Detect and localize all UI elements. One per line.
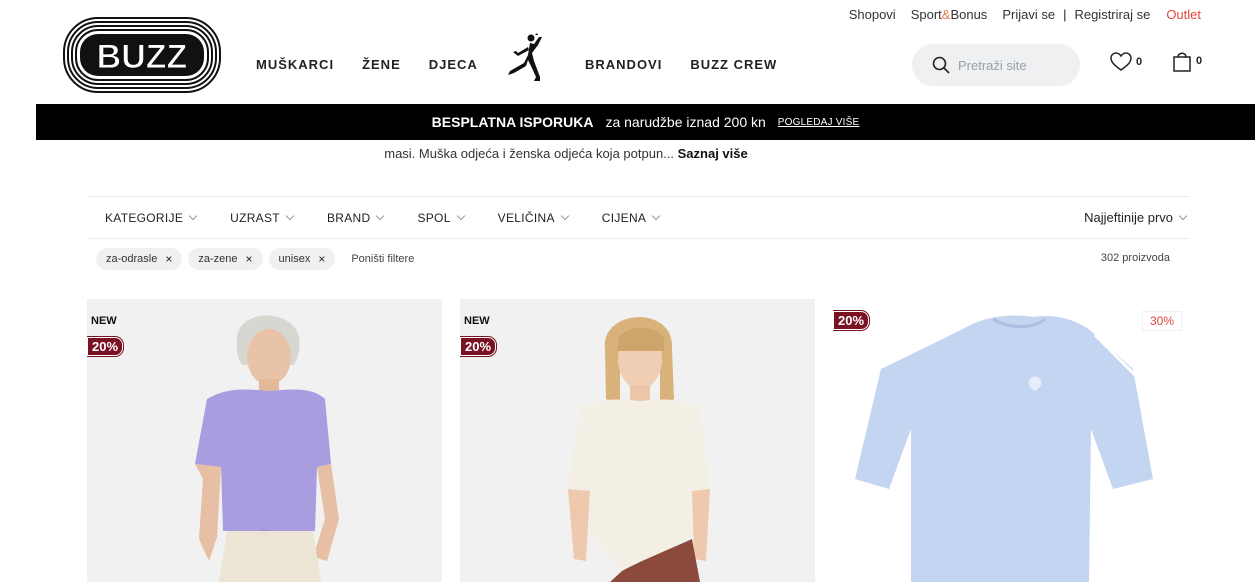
- promo-bold: BESPLATNA ISPORUKA: [431, 114, 594, 130]
- active-filters: za-odrasle × za-zene × unisex × Poništi fil…: [96, 248, 414, 270]
- main-nav-right: BRANDOVI BUZZ CREW: [585, 57, 805, 72]
- link-separator: |: [1063, 7, 1067, 22]
- category-intro: masi. Muška odjeća i ženska odjeća koja …: [0, 146, 1132, 161]
- bonus-label: Bonus: [950, 7, 988, 22]
- shops-link[interactable]: Shopovi: [849, 7, 896, 22]
- sport-bonus-link[interactable]: Sport&Bonus: [911, 7, 988, 22]
- nav-buzz-crew[interactable]: BUZZ CREW: [690, 57, 777, 72]
- product-image: [460, 299, 815, 582]
- main-nav: MUŠKARCI ŽENE DJECA: [256, 57, 506, 72]
- login-link[interactable]: Prijavi se: [1002, 7, 1055, 22]
- sport-label: Sport: [910, 7, 942, 22]
- wishlist-count: 0: [1136, 56, 1143, 68]
- close-icon[interactable]: ×: [318, 252, 325, 266]
- promo-link[interactable]: POGLEDAJ VIŠE: [778, 117, 860, 128]
- filter-kategorije[interactable]: KATEGORIJE: [105, 210, 198, 225]
- chevron-down-icon: [1178, 211, 1188, 220]
- reset-filters-link[interactable]: Poništi filtere: [351, 253, 414, 265]
- filter-chip[interactable]: unisex ×: [268, 248, 336, 270]
- chevron-down-icon: [376, 211, 385, 220]
- product-image: [87, 299, 442, 582]
- buzz-logo[interactable]: BUZZ: [63, 17, 221, 93]
- sort-dropdown[interactable]: Najjeftinije prvo: [1084, 210, 1188, 225]
- logo-text: BUZZ: [97, 38, 188, 76]
- filter-uzrast[interactable]: UZRAST: [230, 210, 295, 225]
- outlet-link[interactable]: Outlet: [1166, 7, 1201, 22]
- search-icon: [932, 56, 950, 74]
- filter-label: SPOL: [417, 210, 451, 225]
- nav-muskarci[interactable]: MUŠKARCI: [256, 57, 334, 72]
- nav-brandovi[interactable]: BRANDOVI: [585, 57, 662, 72]
- close-icon[interactable]: ×: [165, 252, 172, 266]
- product-card[interactable]: NEW 20%: [87, 299, 442, 582]
- filter-brand[interactable]: BRAND: [326, 210, 385, 225]
- product-card[interactable]: 20% 30%: [833, 299, 1188, 582]
- cart-count: 0: [1196, 55, 1203, 67]
- chip-label: za-odrasle: [106, 253, 158, 265]
- jordan-jumpman-icon[interactable]: [504, 33, 546, 83]
- read-more-link[interactable]: Saznaj više: [678, 146, 748, 161]
- filter-label: KATEGORIJE: [105, 210, 184, 225]
- sort-label: Najjeftinije prvo: [1084, 210, 1173, 225]
- new-badge: NEW: [91, 315, 117, 327]
- discount-badge: 20%: [833, 310, 871, 331]
- heart-icon: [1110, 52, 1132, 71]
- chevron-down-icon: [456, 211, 465, 220]
- search-input[interactable]: [958, 57, 1058, 73]
- filter-cijena[interactable]: CIJENA: [601, 210, 661, 225]
- chevron-down-icon: [652, 211, 661, 220]
- filter-bar: KATEGORIJE UZRAST BRAND SPOL VELIČINA CI…: [87, 196, 1190, 239]
- product-card[interactable]: NEW 20%: [460, 299, 815, 582]
- search-box[interactable]: [912, 44, 1080, 86]
- intro-text: masi. Muška odjeća i ženska odjeća koja …: [384, 146, 675, 161]
- filter-label: BRAND: [326, 210, 371, 225]
- filter-label: UZRAST: [230, 210, 280, 225]
- filter-spol[interactable]: SPOL: [417, 210, 465, 225]
- chevron-down-icon: [188, 211, 198, 220]
- filter-chip[interactable]: za-odrasle ×: [96, 248, 183, 270]
- cart-button[interactable]: 0: [1172, 50, 1202, 72]
- nav-djeca[interactable]: DJECA: [429, 57, 478, 72]
- promo-text: za narudžbe iznad 200 kn: [605, 114, 766, 130]
- register-link[interactable]: Registriraj se: [1074, 7, 1150, 22]
- discount-badge: 20%: [460, 336, 498, 357]
- shopping-bag-icon: [1173, 52, 1191, 72]
- wishlist-button[interactable]: 0: [1110, 52, 1142, 72]
- filter-velicina[interactable]: VELIČINA: [497, 210, 570, 225]
- new-badge: NEW: [464, 315, 490, 327]
- chip-label: za-zene: [198, 253, 238, 265]
- percent-badge: 30%: [1141, 311, 1182, 331]
- close-icon[interactable]: ×: [246, 252, 253, 266]
- chevron-down-icon: [285, 211, 295, 220]
- promo-bar: BESPLATNA ISPORUKA za narudžbe iznad 200…: [36, 104, 1255, 140]
- discount-badge: 20%: [87, 336, 125, 357]
- filter-label: VELIČINA: [497, 210, 555, 225]
- chevron-down-icon: [560, 211, 570, 220]
- product-count: 302 proizvoda: [1100, 252, 1170, 264]
- filter-chip[interactable]: za-zene ×: [188, 248, 263, 270]
- nav-zene[interactable]: ŽENE: [362, 57, 401, 72]
- filter-label: CIJENA: [601, 210, 647, 225]
- chip-label: unisex: [278, 253, 311, 265]
- product-image: [833, 299, 1188, 582]
- top-links: Shopovi Sport&Bonus Prijavi se | Registr…: [834, 7, 1201, 22]
